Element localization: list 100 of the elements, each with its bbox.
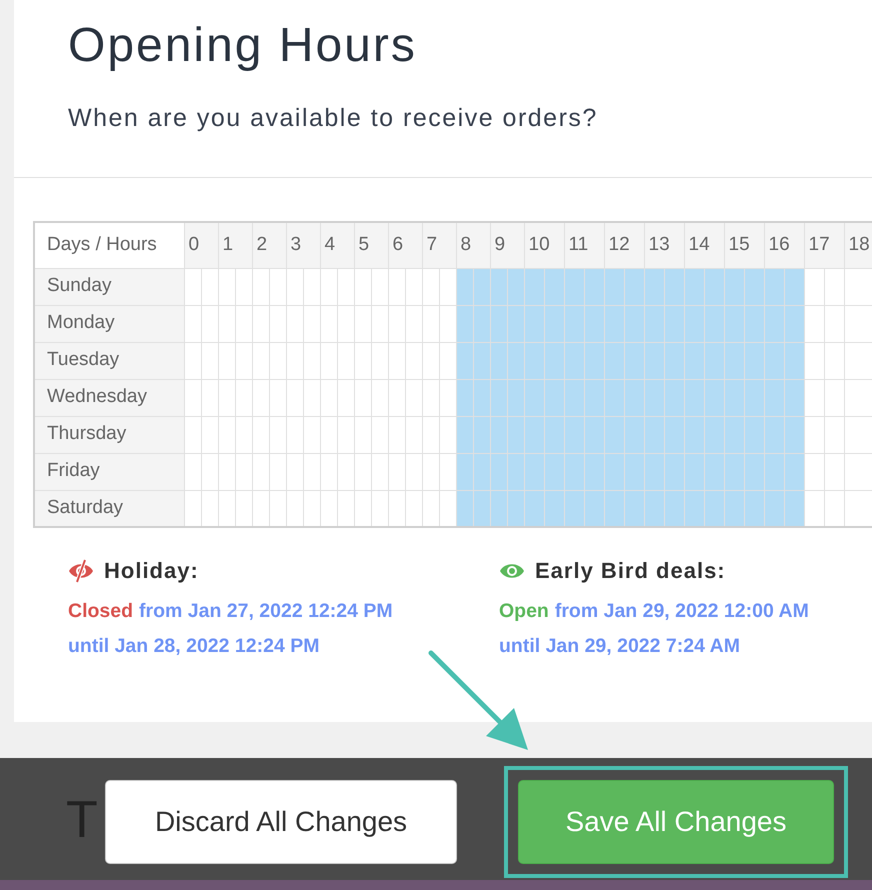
time-slot[interactable] xyxy=(784,416,804,453)
time-slot[interactable] xyxy=(490,416,507,453)
time-slot[interactable] xyxy=(473,268,490,305)
time-slot[interactable] xyxy=(456,453,473,490)
time-slot[interactable] xyxy=(844,416,872,453)
time-slot[interactable] xyxy=(286,453,303,490)
time-slot[interactable] xyxy=(507,342,524,379)
time-slot[interactable] xyxy=(354,268,371,305)
time-slot[interactable] xyxy=(456,268,473,305)
time-slot[interactable] xyxy=(644,416,664,453)
time-slot[interactable] xyxy=(704,268,724,305)
time-slot[interactable] xyxy=(201,268,218,305)
time-slot[interactable] xyxy=(844,342,872,379)
time-slot[interactable] xyxy=(604,342,624,379)
time-slot[interactable] xyxy=(422,416,439,453)
time-slot[interactable] xyxy=(201,490,218,527)
time-slot[interactable] xyxy=(439,490,456,527)
time-slot[interactable] xyxy=(564,490,584,527)
time-slot[interactable] xyxy=(456,379,473,416)
time-slot[interactable] xyxy=(507,416,524,453)
time-slot[interactable] xyxy=(371,342,388,379)
time-slot[interactable] xyxy=(684,379,704,416)
time-slot[interactable] xyxy=(564,268,584,305)
time-slot[interactable] xyxy=(624,268,644,305)
time-slot[interactable] xyxy=(764,305,784,342)
time-slot[interactable] xyxy=(724,490,744,527)
time-slot[interactable] xyxy=(784,305,804,342)
time-slot[interactable] xyxy=(218,453,235,490)
time-slot[interactable] xyxy=(604,379,624,416)
time-slot[interactable] xyxy=(624,490,644,527)
time-slot[interactable] xyxy=(269,342,286,379)
time-slot[interactable] xyxy=(286,416,303,453)
time-slot[interactable] xyxy=(388,268,405,305)
time-slot[interactable] xyxy=(644,379,664,416)
time-slot[interactable] xyxy=(604,490,624,527)
time-slot[interactable] xyxy=(201,416,218,453)
time-slot[interactable] xyxy=(524,416,544,453)
time-slot[interactable] xyxy=(604,305,624,342)
time-slot[interactable] xyxy=(544,453,564,490)
time-slot[interactable] xyxy=(354,453,371,490)
time-slot[interactable] xyxy=(439,268,456,305)
time-slot[interactable] xyxy=(235,490,252,527)
time-slot[interactable] xyxy=(844,379,872,416)
time-slot[interactable] xyxy=(320,305,337,342)
time-slot[interactable] xyxy=(354,342,371,379)
time-slot[interactable] xyxy=(439,305,456,342)
time-slot[interactable] xyxy=(507,305,524,342)
time-slot[interactable] xyxy=(439,453,456,490)
time-slot[interactable] xyxy=(664,416,684,453)
time-slot[interactable] xyxy=(664,490,684,527)
time-slot[interactable] xyxy=(371,268,388,305)
time-slot[interactable] xyxy=(235,379,252,416)
time-slot[interactable] xyxy=(354,305,371,342)
time-slot[interactable] xyxy=(744,268,764,305)
time-slot[interactable] xyxy=(218,305,235,342)
time-slot[interactable] xyxy=(371,305,388,342)
time-slot[interactable] xyxy=(235,305,252,342)
time-slot[interactable] xyxy=(490,305,507,342)
time-slot[interactable] xyxy=(804,342,824,379)
time-slot[interactable] xyxy=(544,416,564,453)
time-slot[interactable] xyxy=(764,453,784,490)
time-slot[interactable] xyxy=(422,268,439,305)
time-slot[interactable] xyxy=(524,490,544,527)
time-slot[interactable] xyxy=(473,379,490,416)
time-slot[interactable] xyxy=(604,268,624,305)
time-slot[interactable] xyxy=(184,416,201,453)
time-slot[interactable] xyxy=(337,305,354,342)
time-slot[interactable] xyxy=(684,268,704,305)
time-slot[interactable] xyxy=(824,490,844,527)
time-slot[interactable] xyxy=(584,490,604,527)
time-slot[interactable] xyxy=(303,453,320,490)
time-slot[interactable] xyxy=(184,490,201,527)
time-slot[interactable] xyxy=(764,342,784,379)
discard-button[interactable]: Discard All Changes xyxy=(105,780,457,864)
time-slot[interactable] xyxy=(456,342,473,379)
time-slot[interactable] xyxy=(544,379,564,416)
time-slot[interactable] xyxy=(218,490,235,527)
time-slot[interactable] xyxy=(564,416,584,453)
time-slot[interactable] xyxy=(456,416,473,453)
time-slot[interactable] xyxy=(303,342,320,379)
time-slot[interactable] xyxy=(744,453,764,490)
time-slot[interactable] xyxy=(724,453,744,490)
time-slot[interactable] xyxy=(804,379,824,416)
time-slot[interactable] xyxy=(764,416,784,453)
time-slot[interactable] xyxy=(664,379,684,416)
time-slot[interactable] xyxy=(303,416,320,453)
time-slot[interactable] xyxy=(201,342,218,379)
time-slot[interactable] xyxy=(320,342,337,379)
time-slot[interactable] xyxy=(388,342,405,379)
time-slot[interactable] xyxy=(584,305,604,342)
time-slot[interactable] xyxy=(473,305,490,342)
time-slot[interactable] xyxy=(784,268,804,305)
time-slot[interactable] xyxy=(269,453,286,490)
time-slot[interactable] xyxy=(704,416,724,453)
time-slot[interactable] xyxy=(824,268,844,305)
time-slot[interactable] xyxy=(624,305,644,342)
time-slot[interactable] xyxy=(624,342,644,379)
time-slot[interactable] xyxy=(664,305,684,342)
time-slot[interactable] xyxy=(544,490,564,527)
time-slot[interactable] xyxy=(684,453,704,490)
